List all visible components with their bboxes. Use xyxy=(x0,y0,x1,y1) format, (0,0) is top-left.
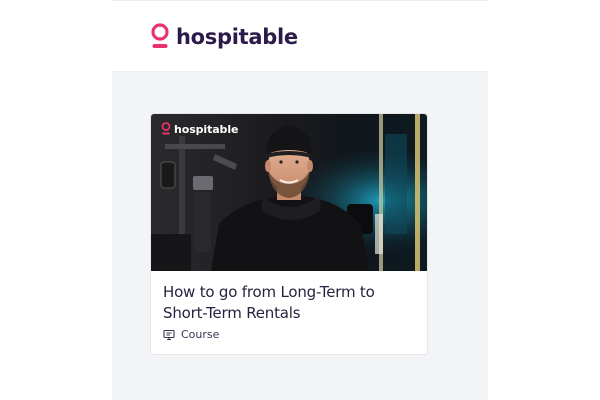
presentation-icon xyxy=(163,329,175,340)
location-pin-icon xyxy=(161,122,171,135)
course-thumbnail[interactable]: hospitable xyxy=(151,114,427,271)
course-card[interactable]: hospitable How to go from Long-Term to S… xyxy=(150,113,428,355)
location-pin-icon xyxy=(151,23,169,48)
course-title[interactable]: How to go from Long-Term to Short-Term R… xyxy=(163,282,419,324)
site-header: hospitable xyxy=(112,0,488,71)
thumbnail-brand-logo: hospitable xyxy=(161,122,238,136)
brand-name: hospitable xyxy=(176,25,298,49)
thumbnail-brand-name: hospitable xyxy=(174,122,239,136)
content-column: hospitable hospitable How to go from Lon… xyxy=(112,0,488,400)
brand-logo[interactable]: hospitable xyxy=(150,23,298,51)
video-thumbnail-image xyxy=(151,114,427,271)
course-type: Course xyxy=(163,328,219,341)
page: hospitable hospitable How to go from Lon… xyxy=(0,0,600,400)
course-type-label: Course xyxy=(181,328,220,341)
